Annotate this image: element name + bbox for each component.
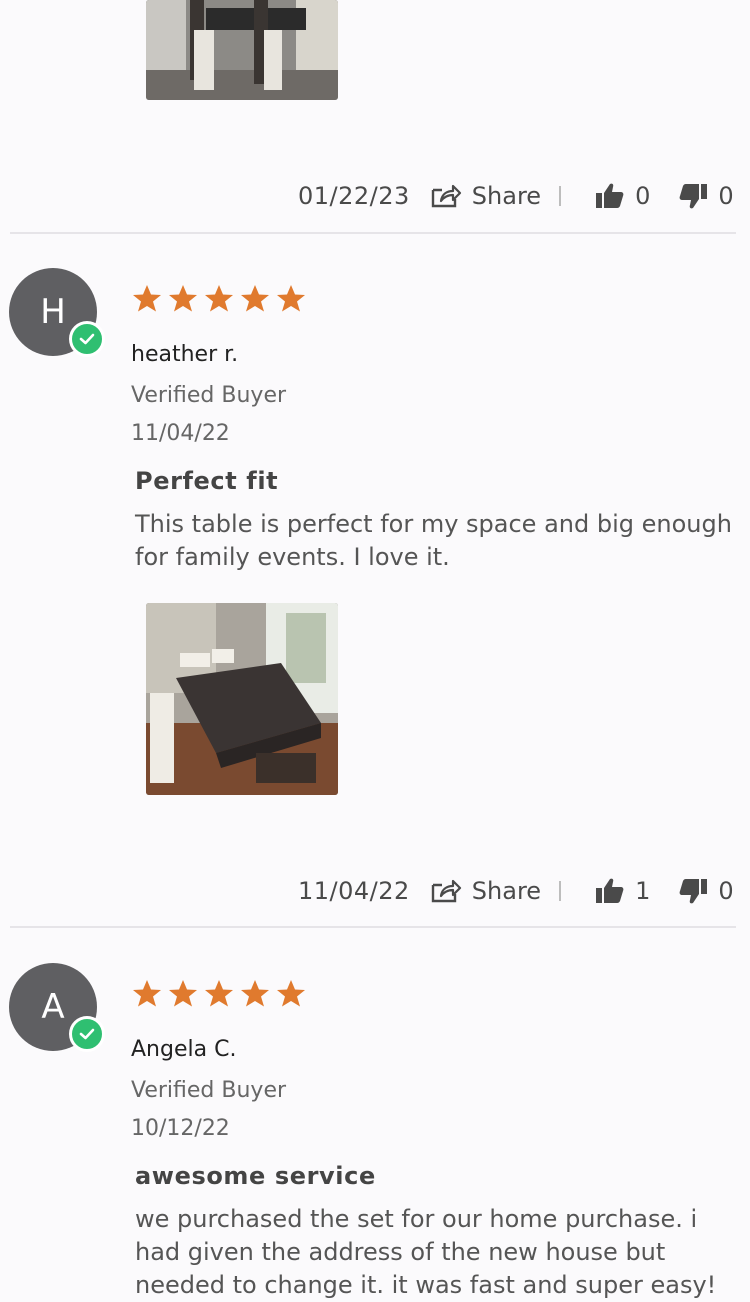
helpful-button[interactable]: 0 bbox=[595, 182, 650, 210]
star-icon bbox=[169, 980, 197, 1007]
star-icon bbox=[277, 980, 305, 1007]
review-footer: 11/04/22 Share 1 0 bbox=[298, 871, 734, 911]
dining-room-photo-image bbox=[146, 603, 338, 795]
review-date: 10/12/22 bbox=[131, 1116, 230, 1141]
share-button[interactable]: Share bbox=[430, 182, 541, 210]
star-icon bbox=[133, 285, 161, 312]
dining-set-photo-image bbox=[146, 0, 338, 100]
thumbs-up-icon bbox=[596, 878, 624, 903]
share-button[interactable]: Share bbox=[430, 877, 541, 905]
star-icon bbox=[241, 980, 269, 1007]
star-icon bbox=[241, 285, 269, 312]
share-label: Share bbox=[471, 877, 542, 905]
verified-check-icon bbox=[69, 321, 105, 357]
divider-pipe bbox=[559, 186, 562, 206]
verified-buyer-label: Verified Buyer bbox=[131, 1078, 287, 1103]
review-photo[interactable] bbox=[146, 603, 338, 795]
thumbs-down-icon bbox=[679, 879, 708, 904]
star-icon bbox=[277, 285, 305, 312]
helpful-count: 1 bbox=[635, 877, 651, 905]
unhelpful-count: 0 bbox=[718, 877, 734, 905]
share-label: Share bbox=[471, 182, 542, 210]
star-icon bbox=[169, 285, 197, 312]
divider-pipe bbox=[559, 881, 562, 901]
share-icon bbox=[431, 879, 461, 903]
review-footer: 01/22/23 Share 0 0 bbox=[298, 176, 734, 216]
star-icon bbox=[205, 285, 233, 312]
star-icon bbox=[205, 980, 233, 1007]
review-body: This table is perfect for my space and b… bbox=[135, 510, 732, 571]
helpful-count: 0 bbox=[635, 182, 651, 210]
unhelpful-count: 0 bbox=[718, 182, 734, 210]
verified-check-icon bbox=[69, 1016, 105, 1052]
avatar-letter: H bbox=[40, 292, 66, 332]
helpful-button[interactable]: 1 bbox=[595, 877, 650, 905]
verified-buyer-label: Verified Buyer bbox=[131, 383, 287, 408]
star-rating bbox=[132, 284, 306, 313]
review-divider bbox=[10, 926, 736, 928]
star-icon bbox=[133, 980, 161, 1007]
thumbs-up-icon bbox=[596, 183, 624, 208]
reviewer-name: Angela C. bbox=[131, 1037, 237, 1062]
review-divider bbox=[10, 232, 736, 234]
unhelpful-button[interactable]: 0 bbox=[678, 182, 734, 210]
review-title: awesome service bbox=[135, 1162, 376, 1190]
avatar-letter: A bbox=[41, 987, 65, 1027]
reviewer-name: heather r. bbox=[131, 342, 239, 367]
review-date: 11/04/22 bbox=[131, 421, 230, 446]
star-rating bbox=[132, 979, 306, 1008]
review-photo[interactable] bbox=[146, 0, 338, 100]
review-title: Perfect fit bbox=[135, 467, 279, 495]
unhelpful-button[interactable]: 0 bbox=[678, 877, 734, 905]
review-date: 01/22/23 bbox=[298, 182, 410, 210]
review-body: we purchased the set for our home purcha… bbox=[135, 1205, 717, 1299]
review-footer-date: 11/04/22 bbox=[298, 877, 410, 905]
share-icon bbox=[431, 184, 461, 208]
thumbs-down-icon bbox=[679, 184, 708, 209]
